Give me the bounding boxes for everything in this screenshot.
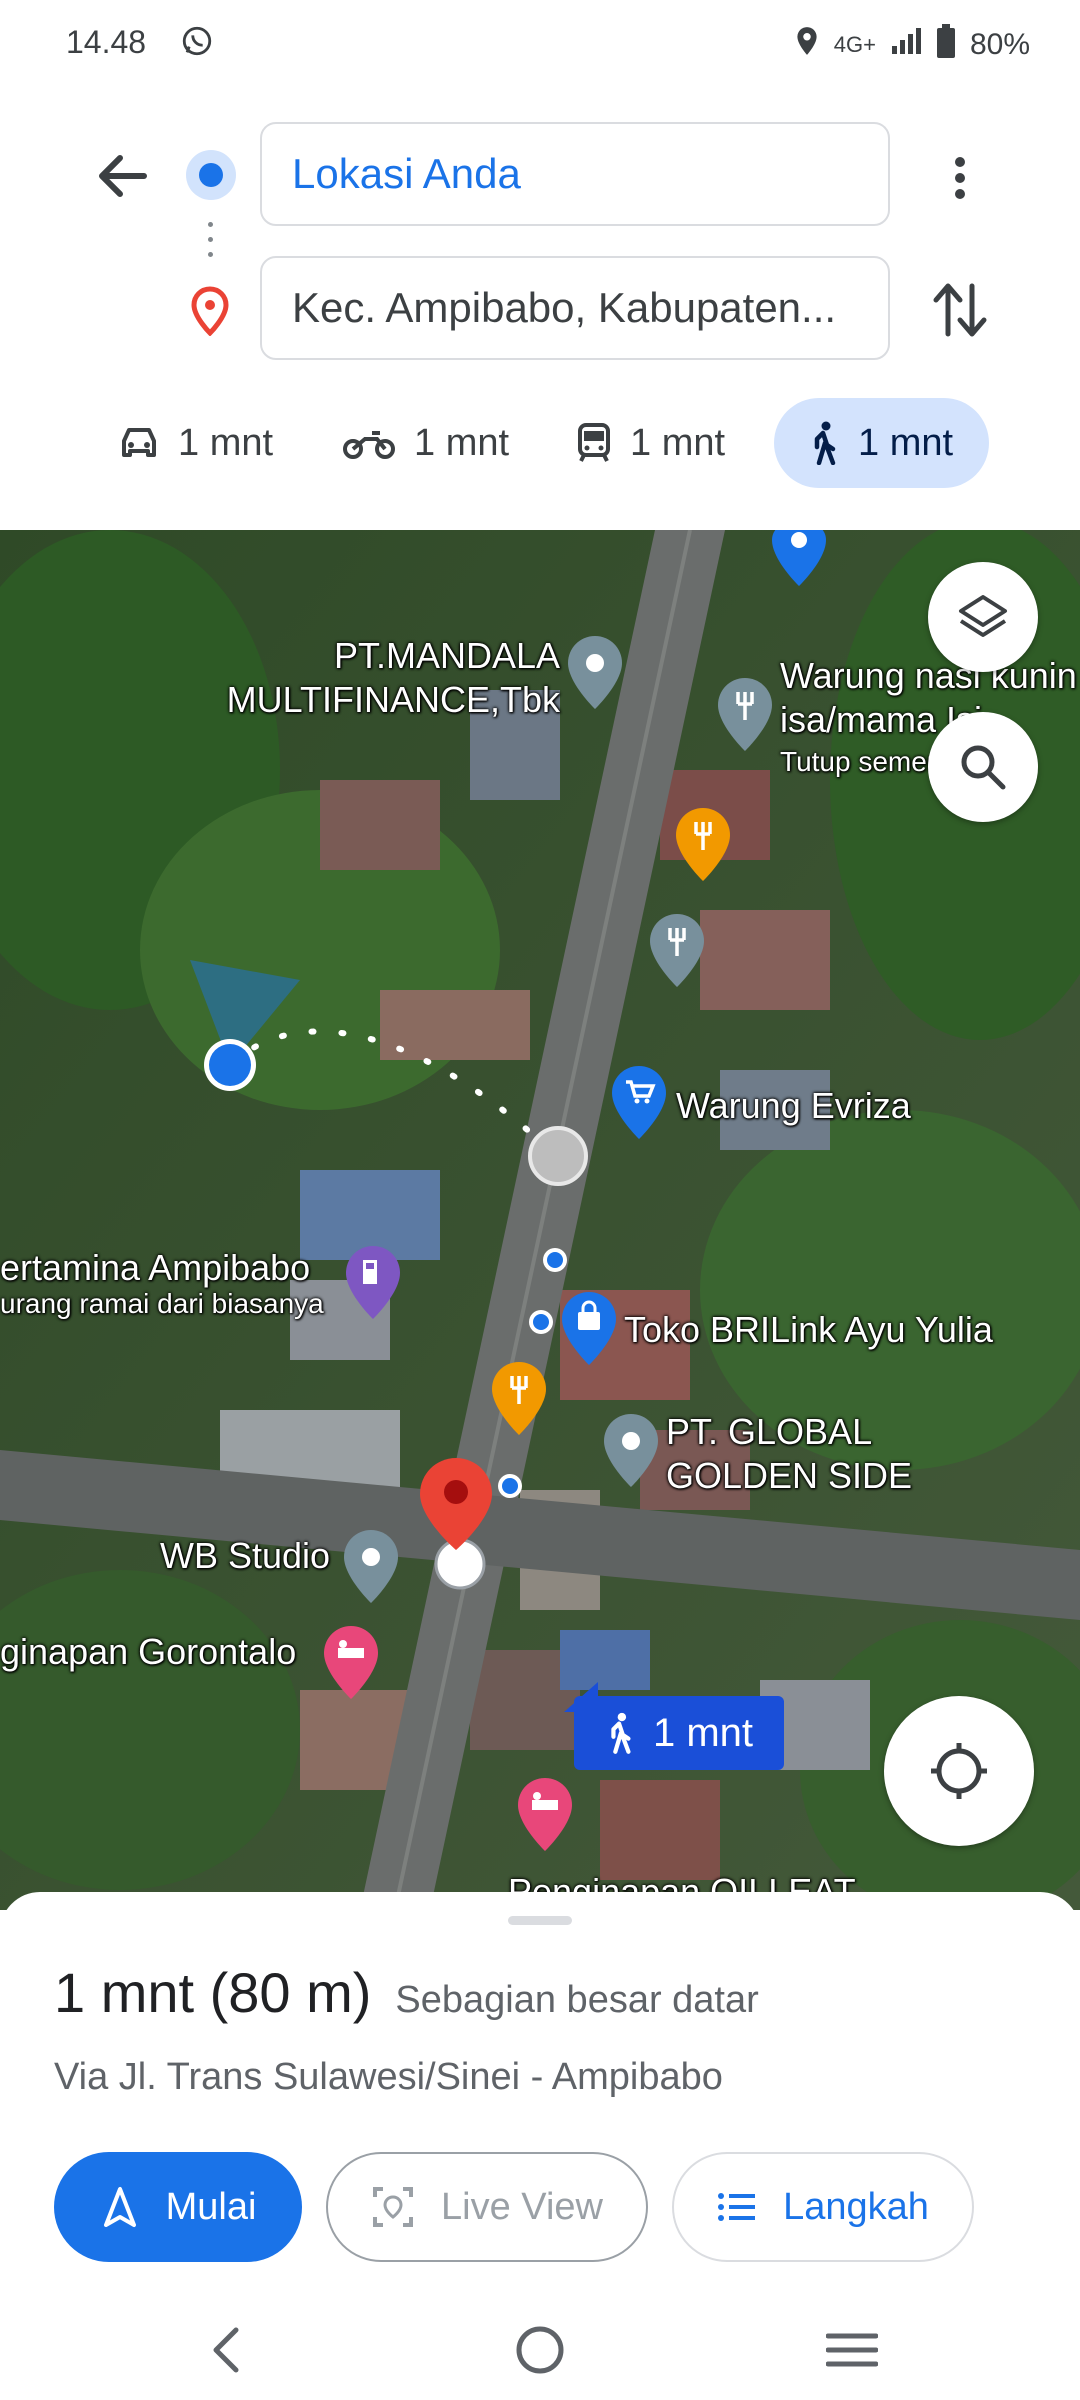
my-location-icon xyxy=(931,1743,987,1799)
gas-station-pin-icon[interactable] xyxy=(344,1244,402,1322)
sheet-drag-handle[interactable] xyxy=(508,1916,572,1925)
search-icon xyxy=(961,745,1006,790)
live-view-label: Live View xyxy=(441,2185,603,2228)
destination-field[interactable]: Kec. Ampibabo, Kabupaten... xyxy=(260,256,890,360)
route-terrain-note: Sebagian besar datar xyxy=(395,1979,759,2021)
origin-dot-icon xyxy=(186,150,236,200)
destination-marker-icon[interactable] xyxy=(416,1452,496,1592)
steps-button[interactable]: Langkah xyxy=(672,2152,974,2262)
route-waypoint xyxy=(528,1126,588,1186)
map-view[interactable]: PT.MANDALA MULTIFINANCE,Tbk Warung nasi … xyxy=(0,530,1080,1910)
mode-walk-label: 1 mnt xyxy=(858,421,954,464)
status-bar: 14.48 4G+ 80% xyxy=(0,0,1080,90)
origin-field[interactable]: Lokasi Anda xyxy=(260,122,890,226)
transit-icon xyxy=(578,423,610,462)
lodging-pin-2-icon[interactable] xyxy=(516,1776,574,1854)
poi-pin-blue-icon[interactable] xyxy=(770,530,828,590)
label-pertamina[interactable]: ertamina Ampibabo xyxy=(0,1246,310,1290)
mode-car[interactable]: 1 mnt xyxy=(118,398,273,488)
status-time: 14.48 xyxy=(66,24,147,60)
more-options-button[interactable] xyxy=(942,150,978,206)
label-penginapan-gorontalo[interactable]: ginapan Gorontalo xyxy=(0,1630,296,1674)
list-icon xyxy=(718,2193,756,2221)
whatsapp-icon xyxy=(180,24,214,63)
label-warung-evriza[interactable]: Warung Evriza xyxy=(676,1084,911,1128)
route-duration-chip[interactable]: 1 mnt xyxy=(564,1682,784,1770)
label-toko-brilink[interactable]: Toko BRILink Ayu Yulia xyxy=(624,1308,993,1352)
route-connector xyxy=(208,222,214,266)
nav-back-icon xyxy=(213,2327,239,2373)
battery-level: 80% xyxy=(969,28,1030,61)
start-button-label: Mulai xyxy=(165,2185,257,2228)
walk-icon xyxy=(611,1712,631,1754)
layers-button[interactable] xyxy=(928,562,1038,672)
network-type: 4G+ xyxy=(833,32,876,57)
car-icon xyxy=(122,428,156,457)
user-heading-beam xyxy=(190,960,300,1091)
live-view-icon xyxy=(373,2187,414,2227)
restaurant-orange-pin-2-icon[interactable] xyxy=(490,1360,548,1438)
more-vert-icon xyxy=(955,157,965,199)
mode-transit[interactable]: 1 mnt xyxy=(576,398,725,488)
live-view-button[interactable]: Live View xyxy=(326,2152,648,2262)
mode-transit-label: 1 mnt xyxy=(630,421,726,464)
arrow-back-icon xyxy=(99,155,147,197)
poi-pin-gray-icon[interactable] xyxy=(566,634,624,712)
navigation-icon xyxy=(103,2187,136,2227)
steps-label: Langkah xyxy=(783,2185,929,2228)
route-via: Via Jl. Trans Sulawesi/Sinei - Ampibabo xyxy=(54,2056,723,2098)
restaurant-gray-pin-icon[interactable] xyxy=(648,912,706,990)
walk-icon xyxy=(814,421,836,465)
poi-pin-gray-3-icon[interactable] xyxy=(342,1528,400,1606)
mode-motorcycle-label: 1 mnt xyxy=(414,421,510,464)
route-duration-distance: 1 mnt (80 m) xyxy=(54,1961,372,2024)
shopping-pin-icon[interactable] xyxy=(610,1064,668,1142)
layers-icon xyxy=(959,595,1007,637)
signal-icon xyxy=(890,26,922,64)
back-button[interactable] xyxy=(92,148,156,204)
start-button[interactable]: Mulai xyxy=(54,2152,302,2262)
shopping-bag-pin-icon[interactable] xyxy=(560,1290,618,1368)
search-along-route-button[interactable] xyxy=(928,712,1038,822)
route-summary: 1 mnt (80 m) Sebagian besar datar xyxy=(54,1960,759,2025)
nav-back-button[interactable] xyxy=(206,2324,246,2381)
nav-recents-icon xyxy=(825,2333,879,2367)
restaurant-pin-icon[interactable] xyxy=(716,676,774,754)
label-pertamina-note: urang ramai dari biasanya xyxy=(0,1288,324,1319)
mode-walk[interactable]: 1 mnt xyxy=(774,398,990,488)
nav-home-button[interactable] xyxy=(514,2324,566,2381)
label-global-golden[interactable]: PT. GLOBAL GOLDEN SIDE xyxy=(666,1410,912,1498)
destination-pin-icon xyxy=(190,286,230,341)
status-right: 4G+ 80% xyxy=(794,24,1030,66)
mode-car-label: 1 mnt xyxy=(178,421,274,464)
label-wb-studio[interactable]: WB Studio xyxy=(160,1534,330,1578)
travel-modes: 1 mnt 1 mnt 1 mnt 1 mnt xyxy=(88,398,1008,488)
nav-recents-button[interactable] xyxy=(825,2324,879,2381)
nav-home-icon xyxy=(516,2326,564,2374)
label-warung-nasi[interactable]: Warung nasi kunin isa/mama Isi xyxy=(780,654,1077,742)
battery-icon xyxy=(936,24,956,66)
system-nav-bar xyxy=(0,2300,1080,2400)
lodging-pin-icon[interactable] xyxy=(322,1624,380,1702)
restaurant-orange-pin-icon[interactable] xyxy=(674,806,732,884)
label-mandala[interactable]: PT.MANDALA MULTIFINANCE,Tbk xyxy=(220,634,560,722)
route-chip-label: 1 mnt xyxy=(652,1710,754,1755)
mode-motorcycle[interactable]: 1 mnt xyxy=(342,398,509,488)
swap-button[interactable] xyxy=(930,278,990,342)
poi-pin-gray-2-icon[interactable] xyxy=(602,1412,660,1490)
my-location-button[interactable] xyxy=(884,1696,1034,1846)
swap-vert-icon xyxy=(933,283,987,337)
motorcycle-icon xyxy=(343,431,395,459)
location-icon xyxy=(794,25,820,65)
